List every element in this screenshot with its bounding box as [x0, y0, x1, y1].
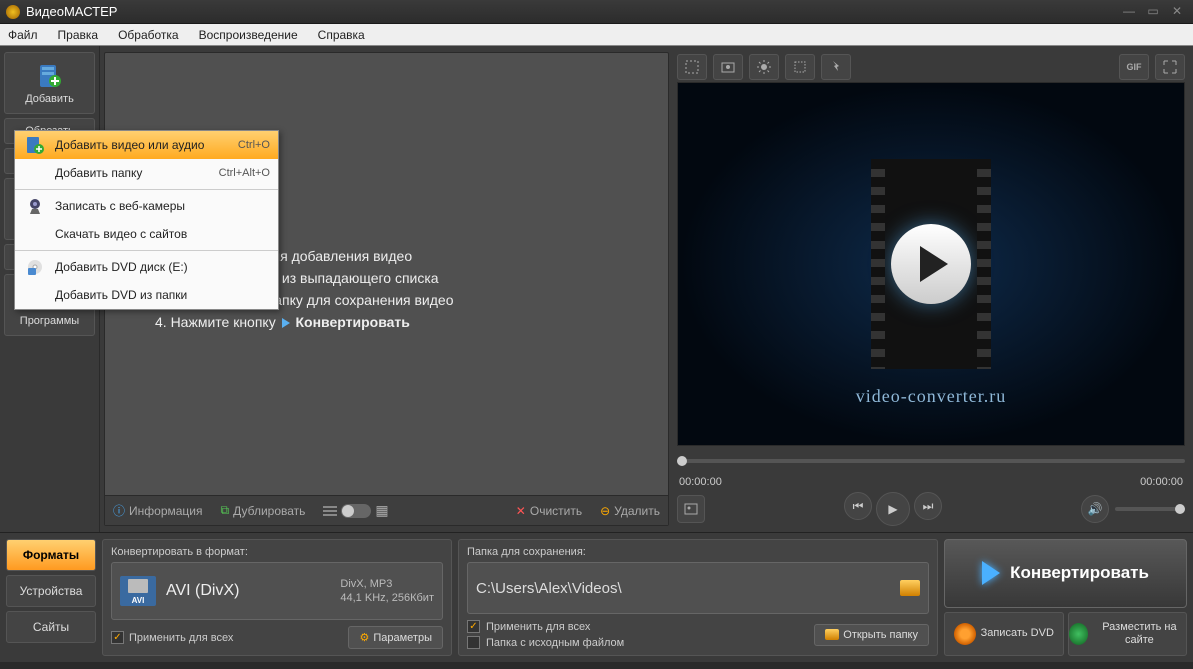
timeline [677, 446, 1185, 476]
film-plus-icon [23, 135, 47, 155]
action-panel: Конвертировать Записать DVD Разместить н… [944, 539, 1187, 656]
film-strip-icon [871, 159, 991, 369]
volume-slider[interactable] [1115, 507, 1185, 511]
folder-panel: Папка для сохранения: C:\Users\Alex\Vide… [458, 539, 938, 656]
sidebar-add-label: Добавить [25, 93, 74, 105]
globe-icon [1069, 623, 1088, 645]
format-name: AVI (DivX) [166, 582, 330, 600]
time-total: 00:00:00 [1140, 476, 1183, 488]
preview-screen[interactable]: video-converter.ru [677, 82, 1185, 446]
next-button[interactable]: ⏭ [914, 492, 942, 520]
parameters-button[interactable]: ⚙Параметры [348, 626, 443, 649]
menu-help[interactable]: Справка [314, 26, 369, 44]
player-controls: ⏮ ▶ ⏭ 🔊 [677, 492, 1185, 526]
browse-folder-icon[interactable] [900, 580, 920, 596]
format-params: 44,1 KHz, 256Кбит [340, 591, 434, 605]
menubar: Файл Правка Обработка Воспроизведение Сп… [0, 24, 1193, 46]
crop-tool-icon[interactable] [677, 54, 707, 80]
tab-formats[interactable]: Форматы [6, 539, 96, 571]
output-path-row: C:\Users\Alex\Videos\ [467, 562, 929, 614]
folder-panel-title: Папка для сохранения: [467, 546, 929, 558]
upload-button[interactable]: Разместить на сайте [1068, 612, 1188, 656]
source-folder-checkbox[interactable]: Папка с исходным файлом [467, 636, 624, 649]
menu-add-folder[interactable]: Добавить папку Ctrl+Alt+O [15, 159, 278, 187]
sidebar-programs-label: Программы [20, 315, 79, 327]
menu-playback[interactable]: Воспроизведение [195, 26, 302, 44]
bottom-panel: Форматы Устройства Сайты Конвертировать … [0, 532, 1193, 662]
screenshot-button[interactable] [677, 495, 705, 523]
watermark-text: video-converter.ru [856, 386, 1006, 407]
tab-sites[interactable]: Сайты [6, 611, 96, 643]
titlebar: ВидеоМАСТЕР — ▭ ✕ [0, 0, 1193, 24]
apply-all-folder-checkbox[interactable]: ✓Применить для всех [467, 620, 624, 633]
dvd-disc-icon [23, 258, 47, 276]
brightness-tool-icon[interactable] [749, 54, 779, 80]
minimize-button[interactable]: — [1119, 4, 1139, 20]
open-folder-button[interactable]: Открыть папку [814, 624, 929, 646]
list-toolbar: ⓘИнформация ⧉Дублировать ▦ ✕Очистить ⊖Уд… [105, 495, 668, 525]
format-panel: Конвертировать в формат: AVI AVI (DivX) … [102, 539, 452, 656]
prev-button[interactable]: ⏮ [844, 492, 872, 520]
menu-file[interactable]: Файл [4, 26, 42, 44]
duplicate-button[interactable]: ⧉Дублировать [221, 503, 306, 518]
film-add-icon [36, 62, 64, 90]
format-panel-title: Конвертировать в формат: [111, 546, 443, 558]
app-title: ВидеоМАСТЕР [26, 4, 1115, 19]
speed-tool-icon[interactable] [821, 54, 851, 80]
play-button[interactable]: ▶ [876, 492, 910, 526]
view-toggle[interactable]: ▦ [323, 502, 388, 519]
time-current: 00:00:00 [679, 476, 722, 488]
format-codec: DivX, MP3 [340, 577, 434, 591]
menu-download-from-sites[interactable]: Скачать видео с сайтов [15, 220, 278, 248]
burn-dvd-button[interactable]: Записать DVD [944, 612, 1064, 656]
convert-arrow-icon [982, 561, 1000, 585]
apply-all-format-checkbox[interactable]: ✓Применить для всех [111, 631, 233, 644]
menu-edit[interactable]: Правка [54, 26, 103, 44]
menu-record-webcam[interactable]: Записать с веб-камеры [15, 192, 278, 220]
avi-format-icon: AVI [120, 576, 156, 606]
snapshot-tool-icon[interactable] [713, 54, 743, 80]
disc-icon [954, 623, 976, 645]
play-circle-icon [891, 224, 971, 304]
fullscreen-button[interactable] [1155, 54, 1185, 80]
volume-button[interactable]: 🔊 [1081, 495, 1109, 523]
menu-process[interactable]: Обработка [114, 26, 183, 44]
webcam-icon [23, 197, 47, 215]
sidebar-add-button[interactable]: Добавить [4, 52, 95, 114]
arrow-inline-icon [282, 318, 290, 328]
convert-button[interactable]: Конвертировать [944, 539, 1187, 608]
format-tabs: Форматы Устройства Сайты [6, 539, 96, 656]
delete-button[interactable]: ⊖Удалить [600, 504, 660, 518]
menu-add-dvd-disc[interactable]: Добавить DVD диск (E:) [15, 253, 278, 281]
menu-add-video-audio[interactable]: Добавить видео или аудио Ctrl+O [15, 131, 278, 159]
tab-devices[interactable]: Устройства [6, 575, 96, 607]
preview-panel: GIF video-converter.ru 00:00:00 00:00:00… [673, 46, 1193, 532]
clear-button[interactable]: ✕Очистить [516, 504, 582, 518]
output-path[interactable]: C:\Users\Alex\Videos\ [476, 580, 892, 597]
preview-toolbar: GIF [677, 52, 1185, 82]
app-logo-icon [6, 5, 20, 19]
gif-button[interactable]: GIF [1119, 54, 1149, 80]
seek-slider[interactable] [677, 459, 1185, 463]
close-button[interactable]: ✕ [1167, 4, 1187, 20]
enhance-tool-icon[interactable] [785, 54, 815, 80]
maximize-button[interactable]: ▭ [1143, 4, 1163, 20]
menu-add-dvd-folder[interactable]: Добавить DVD из папки [15, 281, 278, 309]
info-button[interactable]: ⓘИнформация [113, 502, 203, 519]
add-dropdown-menu: Добавить видео или аудио Ctrl+O Добавить… [14, 130, 279, 310]
format-selector[interactable]: AVI AVI (DivX) DivX, MP3 44,1 KHz, 256Кб… [111, 562, 443, 620]
